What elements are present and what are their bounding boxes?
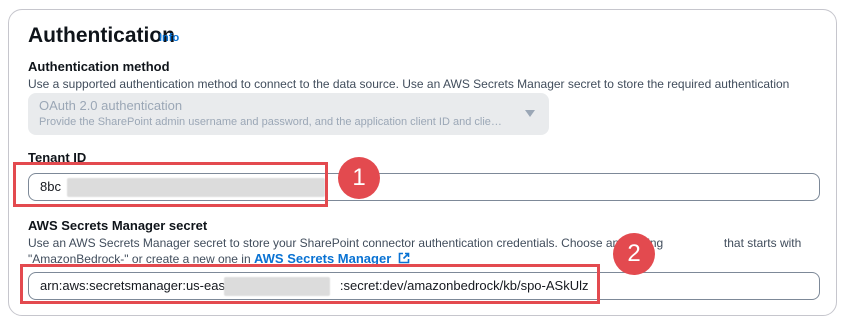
info-link[interactable]: Info	[159, 32, 179, 44]
auth-method-selected-description: Provide the SharePoint admin username an…	[39, 116, 502, 128]
secret-description-line1: Use an AWS Secrets Manager secret to sto…	[28, 236, 664, 250]
auth-method-selected: OAuth 2.0 authentication	[39, 98, 183, 113]
auth-method-label: Authentication method	[28, 59, 170, 74]
caret-down-icon	[525, 110, 535, 117]
section-title: Authentication	[28, 24, 175, 47]
secret-description: Use an AWS Secrets Manager secret to sto…	[28, 235, 828, 267]
callout-box-2	[20, 264, 600, 304]
callout-box-1	[13, 162, 328, 207]
auth-method-select[interactable]: OAuth 2.0 authentication Provide the Sha…	[28, 93, 549, 135]
external-link-icon	[398, 252, 410, 264]
secret-description-line1-tail: that starts with	[723, 236, 802, 250]
secret-label: AWS Secrets Manager secret	[28, 218, 208, 233]
callout-badge-1: 1	[338, 157, 380, 199]
callout-badge-2: 2	[613, 233, 655, 275]
